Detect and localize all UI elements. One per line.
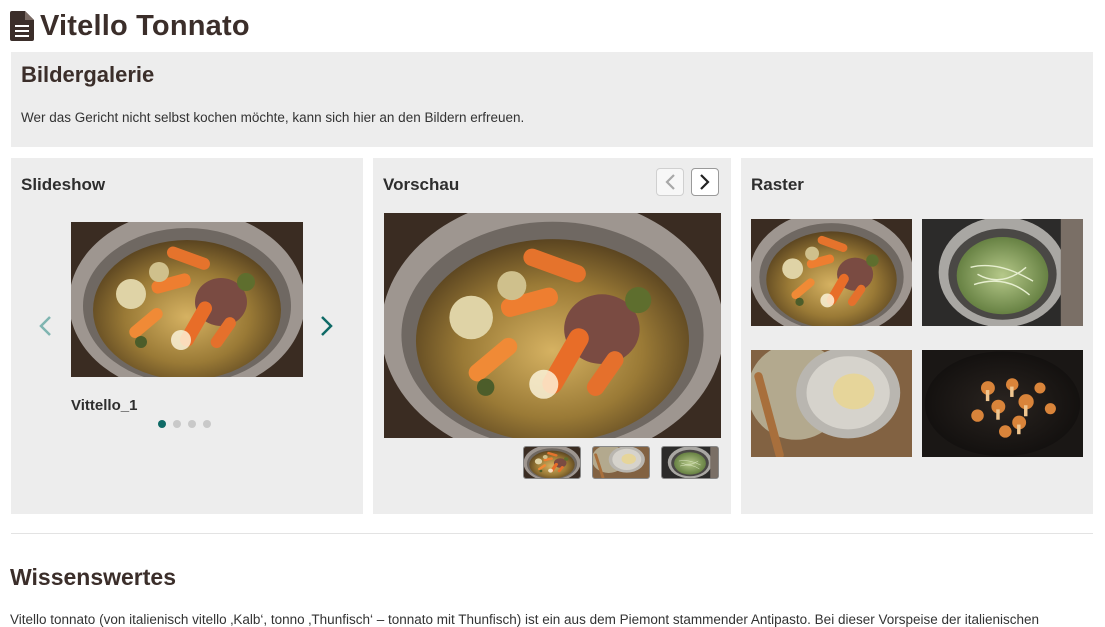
preview-prev-button[interactable] xyxy=(656,168,684,196)
preview-thumbnail[interactable] xyxy=(661,446,719,479)
grid-heading: Raster xyxy=(751,175,804,194)
grid-panel: Raster xyxy=(741,158,1093,514)
slideshow-image[interactable] xyxy=(71,222,303,377)
preview-main-image[interactable] xyxy=(384,213,721,438)
grid-image[interactable] xyxy=(751,219,912,326)
slide-dot[interactable] xyxy=(158,420,166,428)
page-title: Vitello Tonnato xyxy=(40,9,250,42)
gallery-description: Wer das Gericht nicht selbst kochen möch… xyxy=(21,110,525,125)
page-header: Vitello Tonnato xyxy=(10,8,250,44)
gallery-heading: Bildergalerie xyxy=(21,62,155,87)
grid-image[interactable] xyxy=(751,350,912,457)
preview-thumbnail[interactable] xyxy=(592,446,650,479)
preview-heading: Vorschau xyxy=(383,175,460,194)
slide-dot[interactable] xyxy=(173,420,181,428)
preview-thumbnail[interactable] xyxy=(523,446,581,479)
slideshow-panel: Slideshow Vittello_1 xyxy=(11,158,363,514)
document-icon xyxy=(10,11,34,41)
grid-image[interactable] xyxy=(922,219,1083,326)
slide-dot[interactable] xyxy=(203,420,211,428)
info-text: Vitello tonnato (von italienisch vitello… xyxy=(10,612,1040,627)
info-heading: Wissenswertes xyxy=(10,564,176,590)
slide-indicator xyxy=(158,420,211,428)
gallery-intro: Bildergalerie Wer das Gericht nicht selb… xyxy=(11,52,1093,147)
chevron-left-icon[interactable] xyxy=(34,311,56,341)
section-divider xyxy=(11,533,1093,534)
slide-caption: Vittello_1 xyxy=(71,397,138,414)
slideshow-heading: Slideshow xyxy=(21,175,106,194)
chevron-left-icon xyxy=(665,174,675,190)
slide-dot[interactable] xyxy=(188,420,196,428)
chevron-right-icon[interactable] xyxy=(316,311,338,341)
preview-panel: Vorschau xyxy=(373,158,731,514)
grid-image[interactable] xyxy=(922,350,1083,457)
chevron-right-icon xyxy=(700,174,710,190)
preview-next-button[interactable] xyxy=(691,168,719,196)
